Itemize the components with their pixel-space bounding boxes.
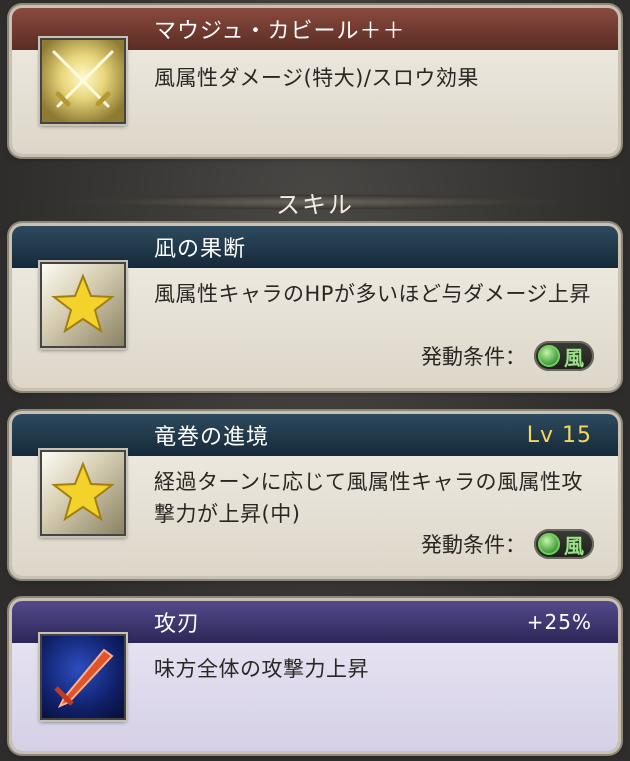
skill-condition: 発動条件： 風	[421, 529, 594, 559]
support-skill-card[interactable]: 攻刃 +25% 味方全体の攻撃力上昇	[12, 601, 618, 751]
skill-description: 経過ターンに応じて風属性キャラの風属性攻撃力が上昇(中)	[154, 470, 583, 526]
star-icon	[40, 262, 126, 348]
weapon-title: マウジュ・カビール＋＋	[154, 19, 406, 44]
star-icon	[40, 450, 126, 536]
skill-condition: 発動条件： 風	[421, 341, 594, 371]
element-badge: 風	[534, 529, 594, 559]
support-skill-name: 攻刃	[154, 612, 201, 637]
skill-card[interactable]: 凪の果断 風属性キャラのHPが多いほど与ダメージ上昇 発動条件： 風	[12, 226, 618, 388]
support-skill-bonus: +25%	[526, 610, 592, 634]
wind-element-icon	[538, 345, 560, 367]
element-label: 風	[564, 533, 584, 558]
crossed-swords-icon	[40, 38, 126, 124]
skill-level: Lv 15	[526, 422, 592, 448]
blade-icon	[40, 634, 126, 720]
skill-name: 竜巻の進境	[154, 425, 270, 450]
section-title: スキル	[0, 184, 630, 220]
support-skill-description: 味方全体の攻撃力上昇	[154, 657, 369, 681]
section-title-text: スキル	[276, 190, 354, 219]
condition-label: 発動条件：	[421, 533, 526, 557]
wind-element-icon	[538, 533, 560, 555]
weapon-description: 風属性ダメージ(特大)/スロウ効果	[154, 66, 479, 90]
skill-card[interactable]: 竜巻の進境 Lv 15 経過ターンに応じて風属性キャラの風属性攻撃力が上昇(中)…	[12, 414, 618, 576]
skill-name: 凪の果断	[154, 237, 247, 262]
element-badge: 風	[534, 341, 594, 371]
weapon-card: マウジュ・カビール＋＋ 風属性ダメージ(特大)/スロウ効果	[12, 8, 618, 154]
skill-description: 風属性キャラのHPが多いほど与ダメージ上昇	[154, 282, 591, 306]
condition-label: 発動条件：	[421, 345, 526, 369]
element-label: 風	[564, 345, 584, 370]
